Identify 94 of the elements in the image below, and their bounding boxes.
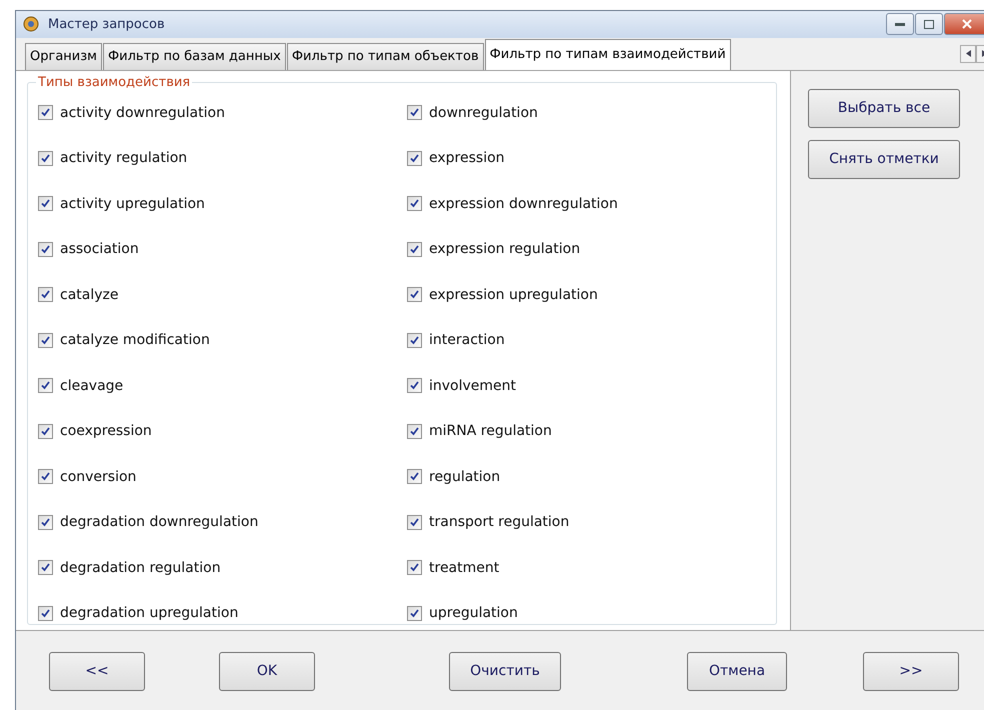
checkmark-icon <box>41 518 50 527</box>
checkbox[interactable] <box>38 242 53 257</box>
checkmark-icon <box>410 426 419 436</box>
checkmark-icon <box>410 518 419 527</box>
checkbox[interactable] <box>407 606 422 621</box>
checkbox[interactable] <box>407 378 422 394</box>
checkbox-label: expression upregulation <box>429 286 598 303</box>
checkbox-label: catalyze modification <box>60 332 210 348</box>
checkmark-icon <box>41 154 50 163</box>
tab[interactable]: Фильтр по базам данных <box>102 42 286 70</box>
checkbox[interactable] <box>407 424 422 439</box>
close-button[interactable] <box>944 13 984 35</box>
checkbox[interactable] <box>38 378 53 394</box>
checkbox[interactable] <box>38 514 53 530</box>
checkmark-icon <box>410 336 419 345</box>
close-icon <box>962 19 972 29</box>
checkbox[interactable] <box>38 606 53 621</box>
tab[interactable]: Фильтр по типам взаимодействий <box>484 38 731 70</box>
checkbox-label: miRNA regulation <box>429 423 552 440</box>
checkmark-icon <box>410 199 419 208</box>
checkbox-label: association <box>60 241 139 258</box>
side-button[interactable]: Снять отметки <box>808 140 960 179</box>
checkmark-icon <box>410 108 419 118</box>
checkmark-icon <box>410 381 419 390</box>
checkbox[interactable] <box>407 560 422 576</box>
left-arrow-icon <box>966 50 970 58</box>
checkbox[interactable] <box>407 332 422 348</box>
checkbox-label: transport regulation <box>429 514 570 530</box>
checkbox-label: regulation <box>429 468 500 485</box>
checkbox[interactable] <box>38 196 53 212</box>
footer-button[interactable]: >> <box>863 652 959 691</box>
checkbox[interactable] <box>407 196 422 212</box>
checkbox[interactable] <box>407 105 422 120</box>
checkbox-label: expression regulation <box>429 241 580 258</box>
footer-button[interactable]: << <box>49 652 145 691</box>
checkbox-label: activity upregulation <box>60 196 205 212</box>
checkbox-label: treatment <box>429 560 500 576</box>
checkbox[interactable] <box>38 424 53 439</box>
checkbox-label: conversion <box>60 468 136 485</box>
checkbox-label: expression <box>429 150 505 166</box>
maximize-icon <box>924 20 934 28</box>
footer-button[interactable]: OK <box>219 652 315 691</box>
checkbox-label: catalyze <box>60 286 118 303</box>
checkbox-label: degradation regulation <box>60 560 221 576</box>
checkmark-icon <box>41 199 50 208</box>
checkbox[interactable] <box>38 150 53 166</box>
checkmark-icon <box>41 381 50 390</box>
footer-button[interactable]: Отмена <box>687 652 787 691</box>
checkbox-label: expression downregulation <box>429 196 618 212</box>
checkbox-label: degradation downregulation <box>60 514 258 530</box>
footer-button[interactable]: Очистить <box>449 652 561 691</box>
app-icon <box>22 15 40 34</box>
checkbox[interactable] <box>407 150 422 166</box>
tab[interactable]: Организм <box>25 42 102 70</box>
checkbox[interactable] <box>38 287 53 302</box>
checkmark-icon <box>410 608 419 618</box>
checkmark-icon <box>410 563 419 572</box>
checkbox[interactable] <box>38 332 53 348</box>
checkmark-icon <box>41 336 50 345</box>
side-button[interactable]: Выбрать все <box>808 88 960 128</box>
checkmark-icon <box>41 472 50 482</box>
group-title: Типы взаимодействия <box>37 74 192 90</box>
checkmark-icon <box>41 244 50 254</box>
checkbox-label: upregulation <box>429 605 518 622</box>
checkmark-icon <box>41 290 50 300</box>
maximize-button[interactable] <box>915 13 943 35</box>
checkmark-icon <box>41 608 50 618</box>
checkmark-icon <box>410 472 419 482</box>
checkmark-icon <box>410 154 419 163</box>
checkmark-icon <box>41 563 50 572</box>
checkbox-label: involvement <box>429 378 516 394</box>
minimize-icon <box>895 22 905 26</box>
checkmark-icon <box>41 108 50 118</box>
checkbox-label: activity regulation <box>60 150 188 166</box>
checkbox[interactable] <box>38 469 53 484</box>
checkbox-label: activity downregulation <box>60 104 225 121</box>
checkbox-label: cleavage <box>60 378 124 394</box>
minimize-button[interactable] <box>886 13 914 35</box>
checkmark-icon <box>41 426 50 436</box>
checkbox[interactable] <box>407 242 422 257</box>
window-title: Мастер запросов <box>48 16 166 32</box>
checkbox[interactable] <box>38 105 53 120</box>
checkbox-label: degradation upregulation <box>60 605 238 622</box>
scroll-left-button[interactable] <box>960 44 976 63</box>
checkbox-label: downregulation <box>429 104 538 121</box>
checkmark-icon <box>410 244 419 254</box>
checkbox[interactable] <box>407 469 422 484</box>
checkbox[interactable] <box>407 287 422 302</box>
checkbox[interactable] <box>38 560 53 576</box>
checkbox-label: coexpression <box>60 423 152 440</box>
checkbox-label: interaction <box>429 332 505 348</box>
checkmark-icon <box>410 290 419 300</box>
checkbox[interactable] <box>407 514 422 530</box>
tab[interactable]: Фильтр по типам объектов <box>286 42 484 70</box>
